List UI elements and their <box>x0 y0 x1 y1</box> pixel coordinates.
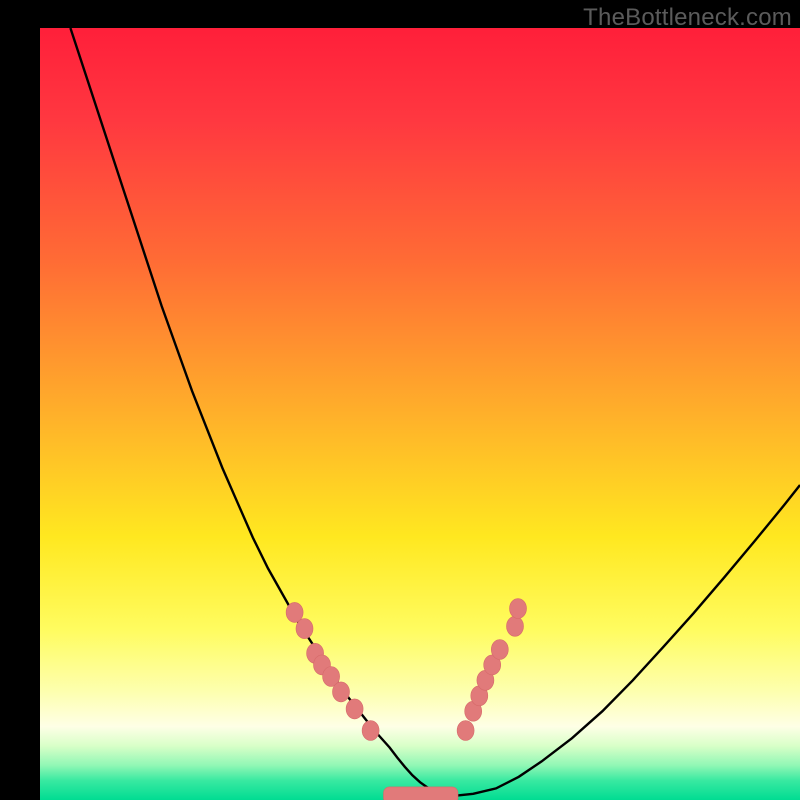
curve-marker <box>346 699 363 719</box>
curve-marker <box>362 721 379 741</box>
plot-area <box>40 28 800 800</box>
chart-svg <box>40 28 800 800</box>
curve-marker <box>296 619 313 639</box>
markers-right <box>457 599 526 741</box>
watermark-text: TheBottleneck.com <box>583 4 792 32</box>
curve-marker <box>491 640 508 660</box>
curve-marker <box>507 616 524 636</box>
curve-marker <box>510 599 527 619</box>
flat-bottom-marker <box>384 787 459 800</box>
curve-marker <box>457 721 474 741</box>
chart-frame: TheBottleneck.com <box>0 0 800 800</box>
curve-marker <box>333 682 350 702</box>
bottleneck-curve <box>70 28 800 795</box>
